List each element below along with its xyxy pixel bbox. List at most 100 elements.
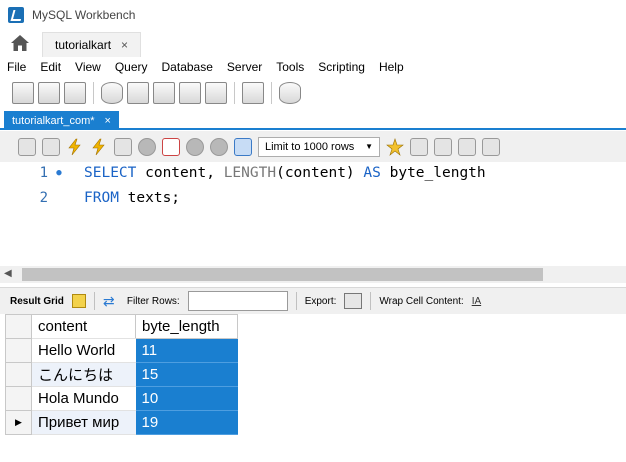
beautify-icon[interactable]: [410, 137, 428, 156]
close-icon[interactable]: ×: [121, 38, 128, 52]
code-line-1: 1 ● SELECT content, LENGTH(content) AS b…: [0, 162, 486, 184]
invisible-chars-icon[interactable]: [458, 137, 476, 156]
current-row-pointer-icon[interactable]: ▶: [5, 410, 32, 435]
code-text: SELECT content, LENGTH(content) AS byte_…: [84, 165, 486, 181]
execute-current-statement-icon[interactable]: [90, 138, 108, 156]
table-row[interactable]: ▶ Привет мир 19: [5, 410, 238, 435]
menu-server[interactable]: Server: [220, 60, 269, 74]
menu-file[interactable]: File: [0, 60, 33, 74]
tab-tutorialkart[interactable]: tutorialkart ×: [42, 32, 142, 57]
editor-horizontal-scrollbar[interactable]: ◀: [0, 266, 626, 283]
autocommit-icon[interactable]: [234, 137, 252, 156]
sql-editor-toolbar: Limit to 1000 rows ▼: [0, 131, 626, 162]
menu-query[interactable]: Query: [108, 60, 155, 74]
query-tab-strip: tutorialkart_com* ×: [0, 109, 626, 130]
menu-scripting[interactable]: Scripting: [311, 60, 372, 74]
column-header-byte-length[interactable]: byte_length: [135, 314, 238, 339]
row-header[interactable]: [5, 338, 32, 363]
code-fragment: texts;: [118, 190, 181, 206]
toolbar-separator: [271, 82, 272, 104]
query-tab-label: tutorialkart_com*: [12, 114, 95, 127]
row-header-corner: [5, 314, 32, 339]
wrap-cell-content-icon[interactable]: IA: [472, 296, 481, 307]
toolbar-separator: [370, 292, 372, 310]
toolbar-separator: [295, 292, 297, 310]
row-header[interactable]: [5, 362, 32, 387]
cell-byte-length[interactable]: 10: [135, 386, 238, 411]
menu-edit[interactable]: Edit: [33, 60, 68, 74]
limit-rows-select[interactable]: Limit to 1000 rows ▼: [258, 136, 380, 157]
open-sql-script-icon[interactable]: [38, 82, 60, 104]
find-icon[interactable]: [434, 137, 452, 156]
cell-byte-length[interactable]: 15: [135, 362, 238, 387]
menu-database[interactable]: Database: [155, 60, 220, 74]
code-fragment: (content): [276, 165, 364, 181]
inspector-icon[interactable]: [64, 82, 86, 104]
create-function-icon[interactable]: [205, 82, 227, 104]
sql-editor[interactable]: 1 ● SELECT content, LENGTH(content) AS b…: [0, 162, 626, 266]
cell-content[interactable]: こんにちは: [31, 362, 136, 387]
connection-tab-strip: tutorialkart ×: [0, 30, 626, 57]
line-number: 1: [39, 165, 48, 181]
tab-label: tutorialkart: [55, 38, 112, 52]
menu-help[interactable]: Help: [372, 60, 411, 74]
execute-icon[interactable]: [66, 138, 84, 156]
create-view-icon[interactable]: [153, 82, 175, 104]
create-table-icon[interactable]: [127, 82, 149, 104]
close-icon[interactable]: ×: [105, 115, 111, 127]
export-label: Export:: [304, 295, 337, 307]
add-snippet-star-icon[interactable]: [386, 137, 404, 156]
rollback-icon[interactable]: [210, 137, 228, 156]
row-header[interactable]: [5, 386, 32, 411]
export-icon[interactable]: [344, 293, 363, 309]
menu-bar: File Edit View Query Database Server Too…: [0, 57, 626, 77]
function-length: LENGTH: [223, 165, 277, 181]
explain-icon[interactable]: [114, 137, 132, 156]
create-schema-icon[interactable]: [101, 82, 123, 104]
code-line-2: 2 FROM texts;: [0, 187, 180, 209]
code-fragment: content,: [136, 165, 224, 181]
save-icon[interactable]: [42, 137, 60, 156]
menu-tools[interactable]: Tools: [269, 60, 311, 74]
result-grid[interactable]: content byte_length Hello World 11 こんにちは…: [5, 314, 238, 435]
table-row[interactable]: こんにちは 15: [5, 362, 238, 387]
toggle-continue-on-error-icon[interactable]: [162, 137, 180, 156]
refresh-icon[interactable]: ⇄: [103, 294, 119, 308]
main-toolbar: [0, 77, 626, 109]
grid-view-icon[interactable]: [71, 294, 86, 308]
tab-query-tutorialkart-com[interactable]: tutorialkart_com* ×: [4, 111, 119, 130]
scroll-left-icon[interactable]: ◀: [4, 268, 12, 279]
reconnect-icon[interactable]: [279, 82, 301, 104]
create-procedure-icon[interactable]: [179, 82, 201, 104]
open-file-icon[interactable]: [18, 137, 36, 156]
new-sql-tab-icon[interactable]: [12, 82, 34, 104]
table-row[interactable]: Hola Mundo 10: [5, 386, 238, 411]
table-row[interactable]: Hello World 11: [5, 338, 238, 363]
result-toolbar: Result Grid ⇄ Filter Rows: Export: Wrap …: [0, 287, 626, 314]
wrap-cell-content-label: Wrap Cell Content:: [379, 295, 464, 307]
cell-content[interactable]: Привет мир: [31, 410, 136, 435]
toolbar-separator: [234, 82, 235, 104]
wrap-lines-icon[interactable]: [482, 137, 500, 156]
filter-rows-label: Filter Rows:: [126, 295, 180, 307]
limit-rows-value: Limit to 1000 rows: [265, 140, 355, 153]
scrollbar-thumb[interactable]: [22, 268, 543, 281]
keyword-as: AS: [363, 165, 381, 181]
stop-icon[interactable]: [138, 137, 156, 156]
result-grid-label[interactable]: Result Grid: [10, 296, 64, 307]
menu-view[interactable]: View: [68, 60, 108, 74]
home-icon[interactable]: [10, 34, 30, 52]
cell-content[interactable]: Hello World: [31, 338, 136, 363]
toolbar-separator: [93, 292, 95, 310]
cell-byte-length[interactable]: 19: [135, 410, 238, 435]
code-text: FROM texts;: [84, 190, 180, 206]
chevron-down-icon: ▼: [365, 142, 373, 151]
cell-content[interactable]: Hola Mundo: [31, 386, 136, 411]
column-header-content[interactable]: content: [31, 314, 136, 339]
search-table-data-icon[interactable]: [242, 82, 264, 104]
keyword-select: SELECT: [84, 165, 137, 181]
line-number: 2: [39, 190, 48, 206]
filter-rows-input[interactable]: [187, 291, 288, 311]
commit-icon[interactable]: [186, 137, 204, 156]
cell-byte-length[interactable]: 11: [135, 338, 238, 363]
